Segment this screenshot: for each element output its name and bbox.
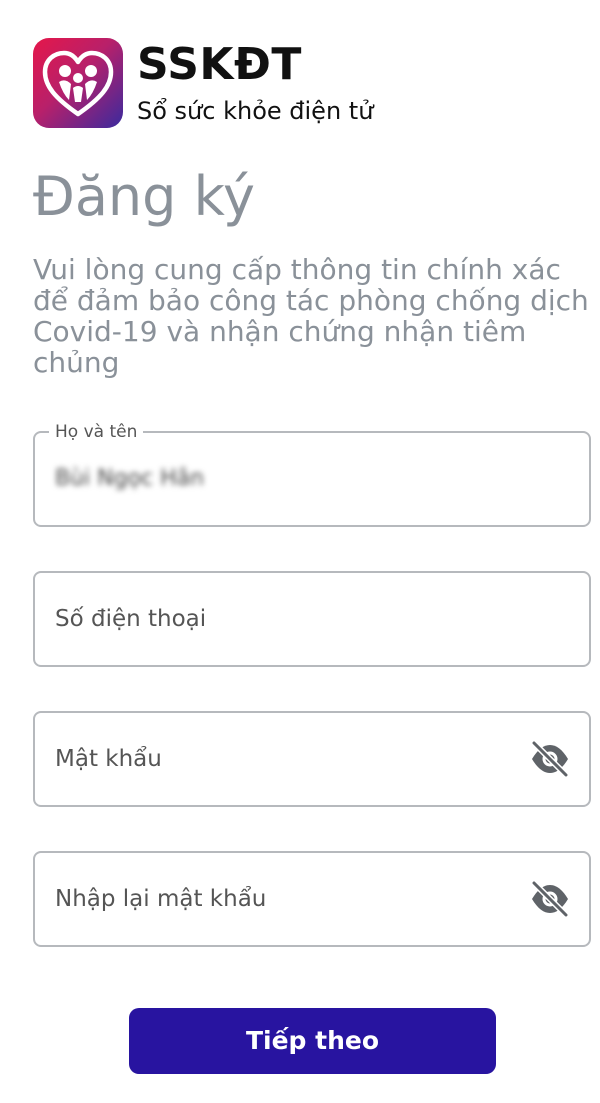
full-name-value[interactable]: Bùi Ngọc Hân	[55, 433, 204, 525]
app-logo	[33, 38, 123, 128]
phone-field[interactable]: Số điện thoại	[33, 571, 591, 667]
full-name-field[interactable]: Họ và tên Bùi Ngọc Hân	[33, 421, 591, 527]
heart-family-icon	[42, 50, 114, 117]
eye-off-icon[interactable]	[529, 740, 571, 778]
page-title: Đăng ký	[33, 165, 255, 228]
password-placeholder[interactable]: Mật khẩu	[55, 713, 162, 805]
app-name: SSKĐT	[137, 39, 302, 90]
phone-placeholder[interactable]: Số điện thoại	[55, 573, 206, 665]
confirm-password-field[interactable]: Nhập lại mật khẩu	[33, 851, 591, 947]
confirm-password-placeholder[interactable]: Nhập lại mật khẩu	[55, 853, 266, 945]
eye-off-icon[interactable]	[529, 880, 571, 918]
next-button[interactable]: Tiếp theo	[129, 1008, 496, 1074]
page-description: Vui lòng cung cấp thông tin chính xác để…	[33, 253, 589, 379]
app-tagline: Sổ sức khỏe điện tử	[137, 97, 374, 125]
app-header: SSKĐT Sổ sức khỏe điện tử	[33, 38, 573, 130]
password-field[interactable]: Mật khẩu	[33, 711, 591, 807]
